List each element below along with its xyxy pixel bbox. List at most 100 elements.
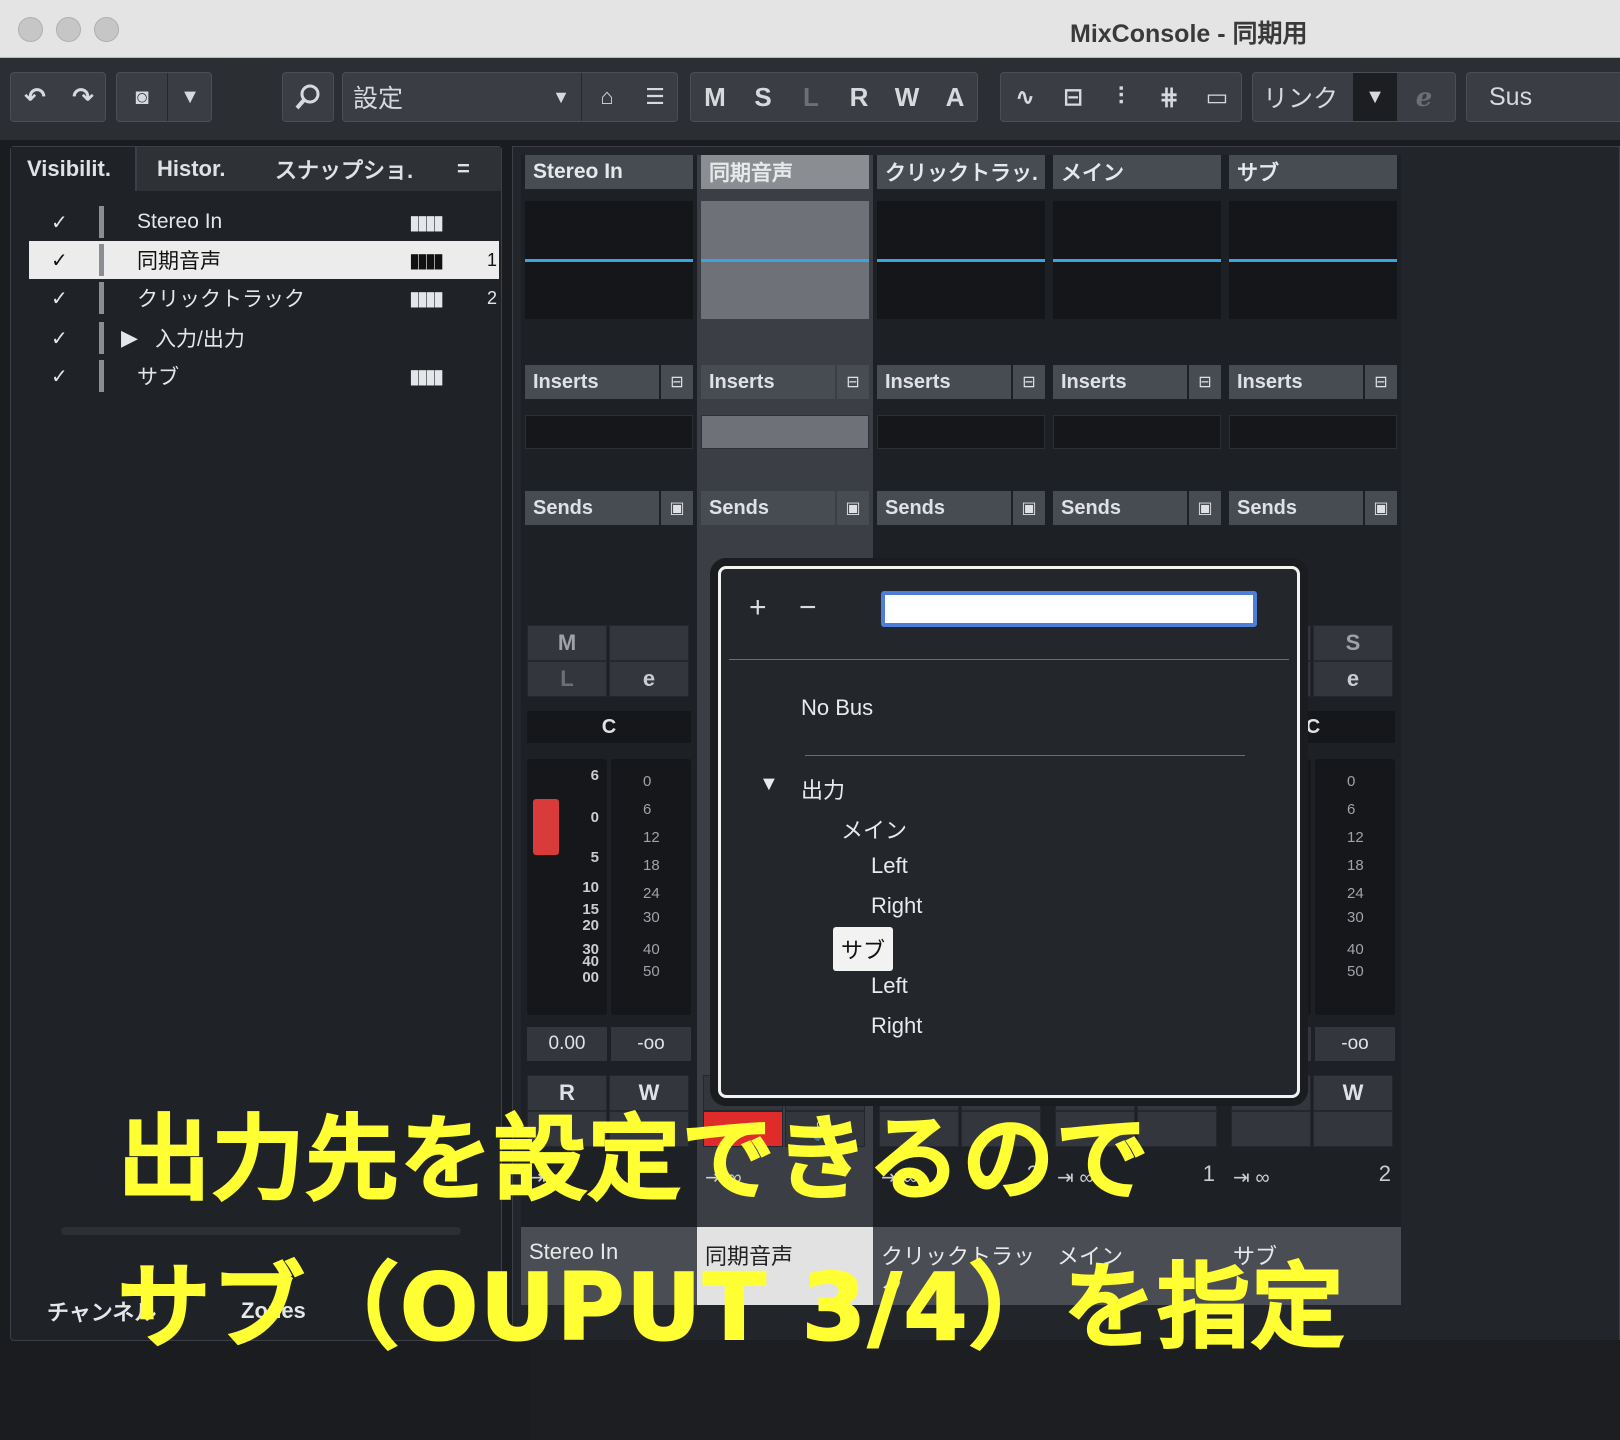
search-input[interactable] [881,591,1257,627]
tab-visibility[interactable]: Visibilit. [11,147,137,191]
expand-triangle-icon[interactable]: ▶ [121,325,138,351]
sus-button[interactable]: Sus [1479,73,1579,121]
inserts-button[interactable]: Inserts [701,365,835,399]
insert-slot[interactable] [701,415,869,449]
zoom-window-button[interactable] [94,17,119,42]
search-icon[interactable] [283,73,333,121]
waveform-icon[interactable]: ∿ [1001,73,1049,121]
link-dropdown[interactable]: リンク [1253,73,1353,121]
visibility-row[interactable]: ✓ Stereo In ▮▮▮▮ [29,203,499,241]
write-button[interactable]: W [1313,1075,1393,1111]
sends-settings-icon[interactable]: ▣ [661,491,693,525]
volume-fader[interactable]: 605101520304000 [527,759,607,1015]
insert-slot[interactable] [877,415,1045,449]
visibility-check[interactable]: ✓ [51,326,68,351]
insert-slot[interactable] [1229,415,1397,449]
undo-icon[interactable]: ↶ [11,73,59,121]
solo-all-button[interactable]: S [739,73,787,121]
bus-sub-left[interactable]: Left [871,973,908,999]
insert-slot[interactable] [525,415,693,449]
channel-name-header[interactable]: サブ [1229,155,1397,189]
mute-button[interactable]: M [527,625,607,661]
tab-menu-icon[interactable]: = [457,147,470,191]
inserts-settings-icon[interactable]: ⊟ [837,365,869,399]
edit-channel-button[interactable]: e [609,661,689,697]
inserts-button[interactable]: Inserts [1053,365,1187,399]
redo-icon[interactable]: ↷ [59,73,107,121]
channel-name-header[interactable]: メイン [1053,155,1221,189]
channel-name-header[interactable]: 同期音声 [701,155,869,189]
sends-button[interactable]: Sends [1053,491,1187,525]
inserts-settings-icon[interactable]: ⊟ [1189,365,1221,399]
channel-name-header[interactable]: クリックトラッ. [877,155,1045,189]
sends-settings-icon[interactable]: ▣ [837,491,869,525]
output-group[interactable]: 出力 [801,773,845,805]
visibility-row-folder[interactable]: ✓ ▶ 入力/出力 [29,319,499,357]
write-all-button[interactable]: W [883,73,931,121]
faders-icon[interactable]: ⫶ [1097,73,1145,121]
camera-icon[interactable]: ◙ [117,73,167,121]
settings-dropdown[interactable]: 設定 [343,73,573,121]
solo-button[interactable]: S [1313,625,1393,661]
eq-icon[interactable]: ⋕ [1145,73,1193,121]
sends-button[interactable]: Sends [1229,491,1363,525]
peak-value[interactable]: -oo [611,1027,691,1061]
link-chevron-icon[interactable]: ▼ [1353,73,1397,121]
close-window-button[interactable] [18,17,43,42]
auto-button[interactable]: A [931,73,979,121]
chevron-down-icon[interactable]: ▼ [167,73,213,121]
inserts-button[interactable]: Inserts [1229,365,1363,399]
minimize-window-button[interactable] [56,17,81,42]
expand-all-button[interactable]: + [749,591,767,625]
read-all-button[interactable]: R [835,73,883,121]
inserts-button[interactable]: Inserts [525,365,659,399]
sends-button[interactable]: Sends [525,491,659,525]
tab-snapshots[interactable]: スナップショ. [275,147,413,191]
home-icon[interactable]: ⌂ [583,73,631,121]
edit-link-icon[interactable]: ℯ [1399,73,1449,121]
tab-history[interactable]: Histor. [157,147,225,191]
no-bus-item[interactable]: No Bus [801,695,873,721]
visibility-check[interactable]: ✓ [51,248,68,273]
list-icon[interactable]: ☰ [631,73,679,121]
fader-handle[interactable] [533,799,559,855]
visibility-check[interactable]: ✓ [51,286,68,311]
routing-icon[interactable]: ⇥ ∞ [1233,1165,1270,1190]
bus-main[interactable]: メイン [841,813,907,845]
inserts-settings-icon[interactable]: ⊟ [1365,365,1397,399]
sends-button[interactable]: Sends [701,491,835,525]
solo-button-empty[interactable] [609,625,689,661]
sends-button[interactable]: Sends [877,491,1011,525]
visibility-row[interactable]: ✓ クリックトラック ▮▮▮▮ 2 [29,279,499,317]
pan-control[interactable]: C [527,711,691,743]
bus-main-right[interactable]: Right [871,893,922,919]
visibility-row[interactable]: ✓ サブ ▮▮▮▮ [29,357,499,395]
monitor-icon[interactable]: ▭ [1193,73,1241,121]
bus-main-left[interactable]: Left [871,853,908,879]
collapse-all-button[interactable]: − [799,591,817,625]
edit-channel-button[interactable]: e [1313,661,1393,697]
sends-settings-icon[interactable]: ▣ [1189,491,1221,525]
visibility-check[interactable]: ✓ [51,210,68,235]
listen-all-button[interactable]: L [787,73,835,121]
visibility-row-selected[interactable]: ✓ 同期音声 ▮▮▮▮ 1 [29,241,499,279]
bus-sub-right[interactable]: Right [871,1013,922,1039]
meter-scale-label: 12 [643,829,660,846]
horizontal-scrollbar[interactable] [61,1227,461,1235]
settings-chevron-icon[interactable]: ▼ [543,73,579,121]
volume-value[interactable]: 0.00 [527,1027,607,1061]
inserts-button[interactable]: Inserts [877,365,1011,399]
listen-button[interactable]: L [527,661,607,697]
collapse-triangle-icon[interactable]: ▼ [759,773,779,796]
sends-settings-icon[interactable]: ▣ [1365,491,1397,525]
insert-icon[interactable]: ⊟ [1049,73,1097,121]
inserts-settings-icon[interactable]: ⊟ [661,365,693,399]
sends-settings-icon[interactable]: ▣ [1013,491,1045,525]
bus-sub-selected[interactable]: サブ [833,927,894,971]
insert-slot[interactable] [1053,415,1221,449]
inserts-settings-icon[interactable]: ⊟ [1013,365,1045,399]
channel-name-header[interactable]: Stereo In [525,155,693,189]
mute-all-button[interactable]: M [691,73,739,121]
visibility-check[interactable]: ✓ [51,364,68,389]
peak-value[interactable]: -oo [1315,1027,1395,1061]
